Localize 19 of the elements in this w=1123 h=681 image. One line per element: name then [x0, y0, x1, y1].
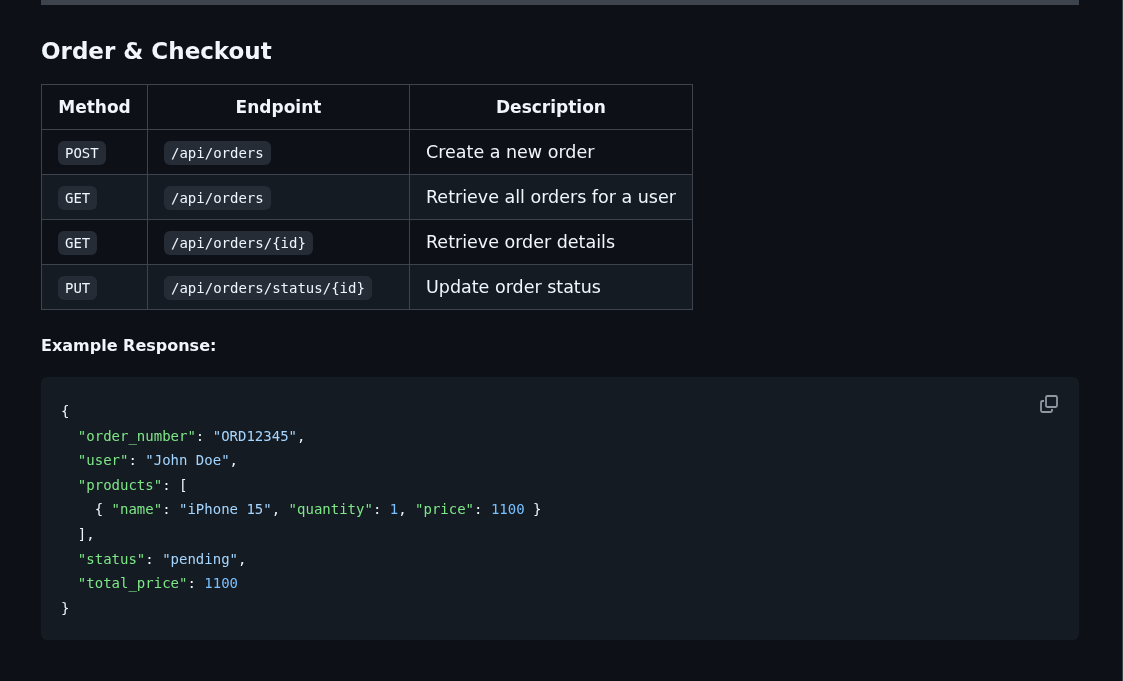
copy-icon[interactable]: [1039, 394, 1059, 414]
endpoint-code: /api/orders/{id}: [164, 231, 313, 255]
method-code: PUT: [58, 276, 98, 300]
method-code: POST: [58, 141, 106, 165]
endpoint-code: /api/orders/status/{id}: [164, 276, 372, 300]
section-heading: Order & Checkout: [41, 38, 273, 64]
endpoint-code: /api/orders: [164, 141, 271, 165]
description-cell: Update order status: [409, 264, 693, 310]
description-cell: Retrieve all orders for a user: [409, 174, 693, 220]
column-header: Description: [409, 84, 693, 130]
description-cell: Create a new order: [409, 129, 693, 175]
endpoint-code: /api/orders: [164, 186, 271, 210]
column-header: Method: [41, 84, 148, 130]
example-label: Example Response:: [41, 336, 217, 355]
column-header: Endpoint: [147, 84, 410, 130]
code-block: { "order_number": "ORD12345", "user": "John Doe", "products": [ { "name": "iPhone 15", "quantity": 1, "price": 1100 } ], "status": "pending", "total_price": 1100 }: [41, 377, 1079, 641]
method-code: GET: [58, 186, 98, 210]
description-cell: Retrieve order details: [409, 219, 693, 265]
method-code: GET: [58, 231, 98, 255]
